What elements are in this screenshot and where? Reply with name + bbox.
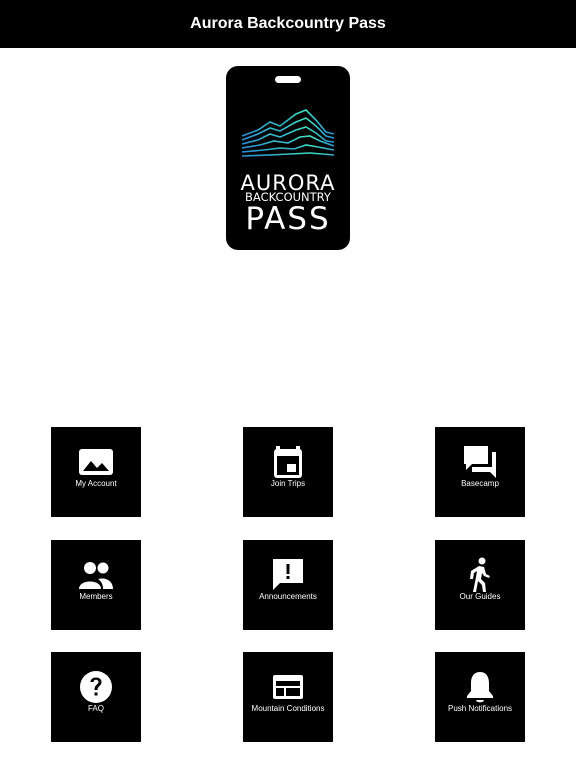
tile-label: Members — [79, 592, 113, 601]
announcement-icon — [273, 559, 303, 590]
calendar-icon — [274, 446, 302, 478]
mountain-logo-icon — [241, 109, 335, 157]
tile-label: My Account — [75, 479, 117, 488]
tile-label: Basecamp — [461, 479, 499, 488]
menu-tile-push-notifications[interactable]: Push Notifications — [435, 652, 525, 742]
menu-tile-our-guides[interactable]: Our Guides — [435, 540, 525, 630]
pass-logo: AURORA BACKCOUNTRY PASS — [226, 66, 350, 250]
bell-icon — [467, 672, 493, 703]
menu-tile-faq[interactable]: FAQ — [51, 652, 141, 742]
tile-label: FAQ — [87, 704, 104, 713]
chat-bubbles-icon — [464, 446, 496, 478]
menu-tile-mountain-conditions[interactable]: Mountain Conditions — [243, 652, 333, 742]
menu-tile-basecamp[interactable]: Basecamp — [435, 427, 525, 517]
menu-tile-my-account[interactable]: My Account — [51, 427, 141, 517]
web-panel-icon — [273, 675, 303, 699]
menu-tile-announcements[interactable]: Announcements — [243, 540, 333, 630]
badge-slot — [275, 76, 301, 83]
image-icon — [79, 449, 113, 475]
tile-label: Announcements — [259, 592, 317, 601]
hiker-icon — [470, 557, 490, 592]
tile-label: Push Notifications — [447, 704, 513, 713]
tile-label: Mountain Conditions — [251, 704, 325, 713]
menu-tile-join-trips[interactable]: Join Trips — [243, 427, 333, 517]
tile-label: Join Trips — [270, 479, 306, 488]
help-icon — [80, 671, 112, 703]
people-icon — [79, 562, 113, 589]
menu-tile-members[interactable]: Members — [51, 540, 141, 630]
app-header: Aurora Backcountry Pass — [0, 0, 576, 48]
app-title: Aurora Backcountry Pass — [190, 15, 386, 32]
tile-label: Our Guides — [459, 592, 501, 601]
logo-word-pass: PASS — [245, 201, 331, 237]
